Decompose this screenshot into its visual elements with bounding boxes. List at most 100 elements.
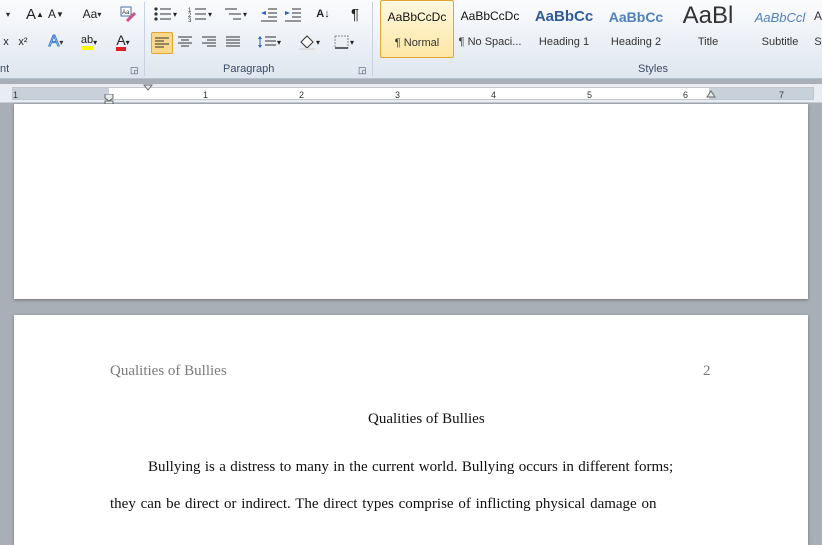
- style-preview: A: [813, 9, 822, 23]
- svg-text:Aa: Aa: [122, 10, 130, 16]
- sort-icon: A↓: [316, 8, 330, 20]
- ruler-number: 7: [779, 90, 785, 100]
- font-size-dropdown[interactable]: ▾: [2, 4, 14, 24]
- justify-button[interactable]: [223, 32, 243, 52]
- horizontal-ruler[interactable]: 1 1 2 3 4 5 6 7: [0, 84, 822, 104]
- style-subtle-emphasis[interactable]: A S: [812, 0, 822, 56]
- superscript-button[interactable]: x²: [14, 32, 32, 52]
- ruler-number: 6: [683, 90, 689, 100]
- style-preview: AaBbCcDc: [387, 10, 447, 24]
- show-formatting-marks-button[interactable]: ¶: [344, 4, 366, 24]
- line-spacing-icon: [257, 36, 276, 48]
- clear-formatting-button[interactable]: Aa: [118, 4, 138, 24]
- paragraph-dialog-launcher-icon[interactable]: ◲: [358, 65, 367, 76]
- shrink-font-button[interactable]: A ▼: [46, 4, 66, 24]
- justify-icon: [226, 36, 240, 47]
- text-effects-icon: A: [48, 33, 60, 51]
- body-text-line[interactable]: Bullying is a distress to many in the cu…: [148, 459, 673, 476]
- decrease-indent-icon: [261, 8, 277, 22]
- left-indent-marker-icon[interactable]: [104, 94, 114, 104]
- style-name: Title: [697, 36, 719, 48]
- style-subtitle[interactable]: AaBbCcl Subtitle: [744, 0, 816, 56]
- ruler-left-margin: [13, 88, 109, 99]
- numbering-icon: 123: [188, 8, 206, 22]
- highlight-button[interactable]: ab ▾: [74, 32, 104, 52]
- clear-formatting-icon: Aa: [120, 6, 137, 22]
- grow-font-button[interactable]: A ▲: [24, 4, 46, 24]
- subscript-icon: x: [3, 36, 9, 48]
- style-name: ¶ No Spaci...: [458, 36, 522, 48]
- ruler-number: 5: [587, 90, 593, 100]
- change-case-button[interactable]: Aa ▾: [78, 4, 106, 24]
- style-no-spacing[interactable]: AaBbCcDc ¶ No Spaci...: [454, 0, 526, 56]
- style-name: Heading 2: [610, 36, 662, 48]
- style-preview: AaBbCc: [534, 8, 594, 25]
- line-spacing-button[interactable]: ▾: [254, 32, 284, 52]
- style-name: S: [814, 36, 822, 48]
- style-normal[interactable]: AaBbCcDc ¶ Normal: [380, 0, 454, 58]
- ribbon-group-labels: nt ◲ Paragraph ◲ Styles: [0, 61, 822, 78]
- borders-button[interactable]: ▾: [330, 32, 358, 52]
- styles-group-label: Styles: [638, 63, 668, 75]
- style-preview: AaBbCcl: [754, 10, 806, 25]
- style-heading-2[interactable]: AaBbCc Heading 2: [600, 0, 672, 56]
- sort-button[interactable]: A↓: [312, 4, 334, 24]
- style-preview: AaBl: [682, 2, 734, 29]
- first-line-indent-marker-icon[interactable]: [143, 84, 153, 92]
- align-right-icon: [202, 36, 216, 47]
- borders-icon: [334, 35, 349, 49]
- style-title[interactable]: AaBl Title: [672, 0, 744, 56]
- align-right-button[interactable]: [199, 32, 219, 52]
- highlight-icon: ab: [80, 34, 94, 50]
- bullets-button[interactable]: ▾: [150, 4, 180, 24]
- style-preview: AaBbCc: [608, 9, 664, 25]
- style-preview: AaBbCcDc: [460, 9, 520, 23]
- ruler-number: 1: [13, 90, 19, 100]
- svg-text:3: 3: [188, 18, 192, 22]
- font-group-label: nt: [0, 63, 10, 75]
- align-center-icon: [178, 36, 192, 47]
- document-title[interactable]: Qualities of Bullies: [368, 411, 485, 428]
- increase-indent-icon: [285, 8, 301, 22]
- ruler-track: 1 1 2 3 4 5 6 7: [12, 87, 814, 100]
- align-left-icon: [155, 37, 169, 48]
- ruler-number: 3: [395, 90, 401, 100]
- shading-button[interactable]: ▾: [296, 32, 322, 52]
- multilevel-list-button[interactable]: ▾: [220, 4, 250, 24]
- align-left-button[interactable]: [151, 32, 173, 54]
- style-name: Heading 1: [538, 36, 590, 48]
- style-heading-1[interactable]: AaBbCc Heading 1: [528, 0, 600, 56]
- style-name: Subtitle: [761, 36, 799, 48]
- paragraph-group-label: Paragraph: [223, 63, 275, 75]
- text-effects-button[interactable]: A ▾: [42, 32, 70, 52]
- shrink-font-icon: A: [48, 7, 57, 21]
- running-header[interactable]: Qualities of Bullies: [110, 363, 227, 380]
- font-color-button[interactable]: A ▾: [108, 32, 138, 52]
- multilevel-list-icon: [224, 8, 241, 20]
- chevron-down-icon: ▾: [5, 9, 10, 19]
- page-number[interactable]: 2: [703, 363, 711, 380]
- page-2[interactable]: Qualities of Bullies 2 Qualities of Bull…: [14, 315, 808, 545]
- paint-bucket-icon: [298, 35, 315, 50]
- subscript-button[interactable]: x: [0, 32, 12, 52]
- ruler-right-margin: [709, 88, 813, 99]
- change-case-icon: Aa: [82, 7, 98, 21]
- font-color-icon: A: [116, 33, 126, 51]
- body-text-line[interactable]: they can be direct or indirect. The dire…: [110, 496, 656, 513]
- align-center-button[interactable]: [175, 32, 195, 52]
- grow-font-icon: A: [26, 5, 37, 23]
- font-dialog-launcher-icon[interactable]: ◲: [130, 65, 139, 76]
- pilcrow-icon: ¶: [350, 5, 360, 23]
- increase-indent-button[interactable]: [282, 4, 304, 24]
- page-1[interactable]: [14, 104, 808, 299]
- ruler-number: 4: [491, 90, 497, 100]
- superscript-icon: x²: [18, 36, 28, 48]
- style-name: ¶ Normal: [394, 37, 440, 49]
- decrease-indent-button[interactable]: [258, 4, 280, 24]
- numbering-button[interactable]: 1 2 3 ▾: [184, 4, 216, 24]
- right-indent-marker-icon[interactable]: [706, 90, 716, 100]
- ruler-number: 2: [299, 90, 305, 100]
- ruler-number: 1: [203, 90, 209, 100]
- ribbon: ▾ A ▲ A ▼ Aa ▾ Aa x x² A ▾ ab ▾ A ▾ ▾ 1 2 3 ▾ ▾ A: [0, 0, 822, 79]
- bullets-icon: [154, 7, 171, 21]
